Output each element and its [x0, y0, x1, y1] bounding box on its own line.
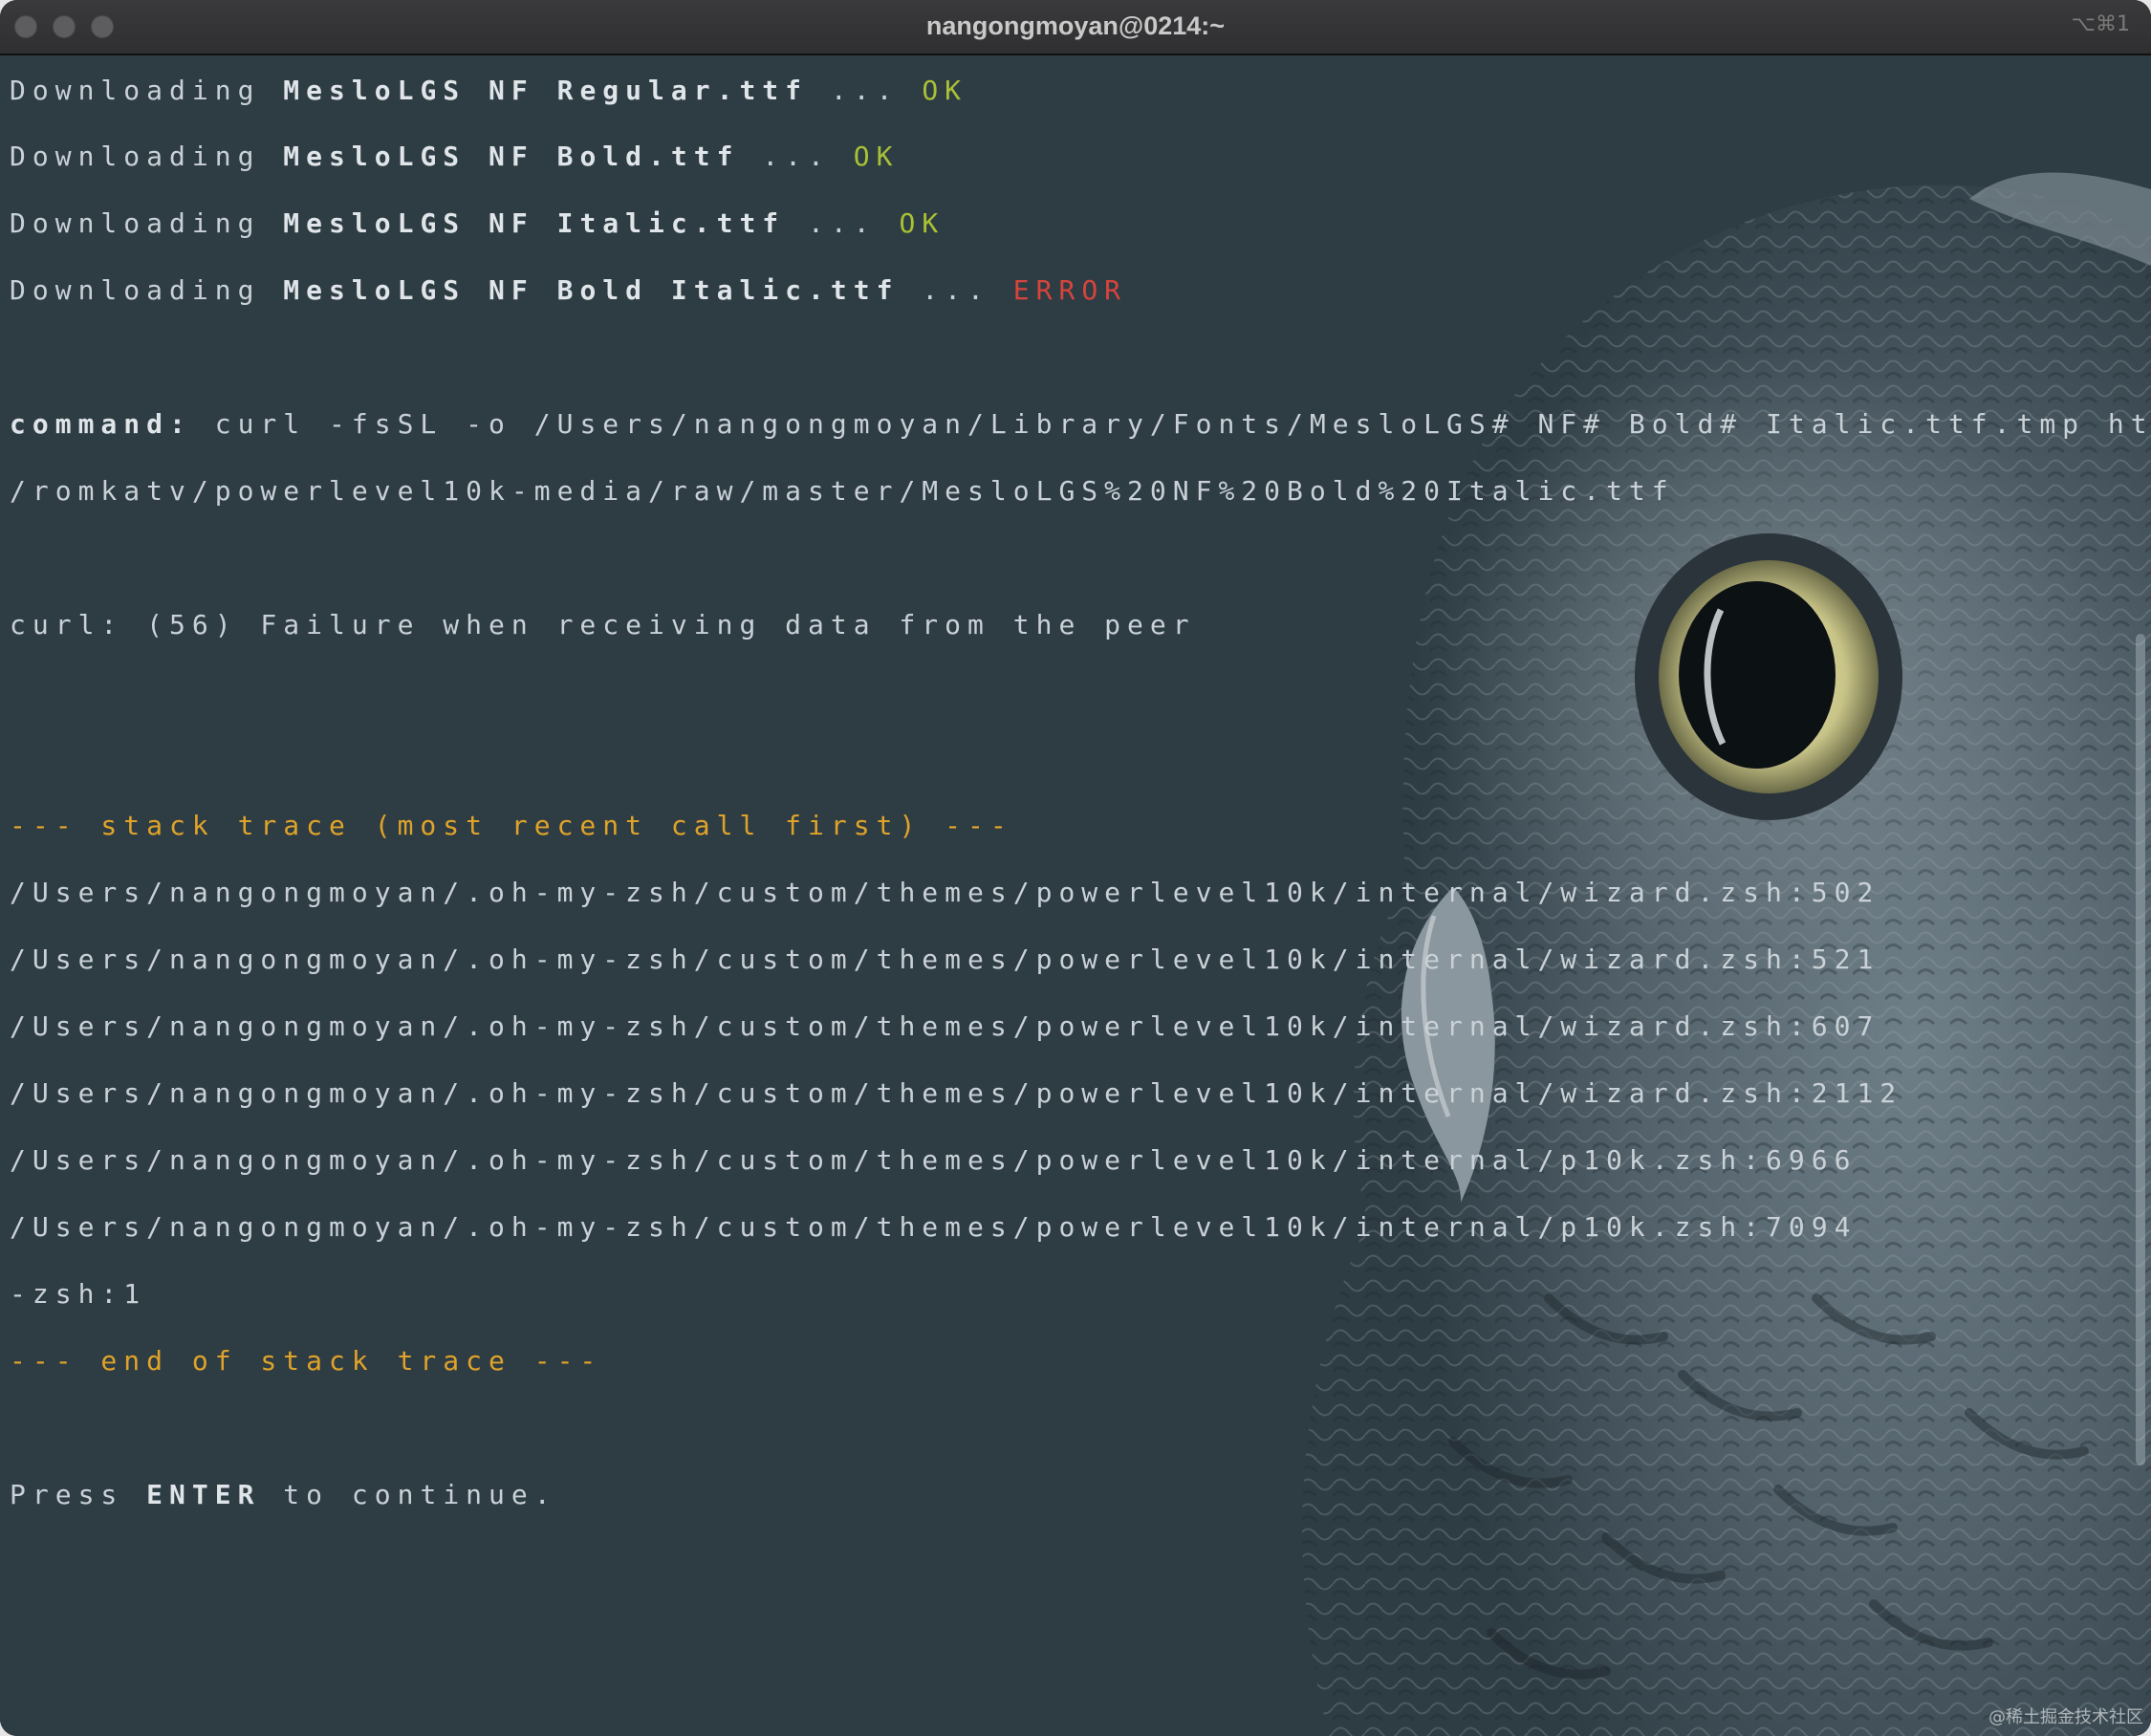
- download-line: Downloading MesloLGS NF Regular.ttf ... …: [10, 72, 967, 110]
- download-prefix: Downloading: [10, 274, 261, 306]
- download-status-ok: OK: [899, 207, 945, 239]
- download-file: MesloLGS NF Regular.ttf: [283, 75, 809, 106]
- continue-prompt: Press ENTER to continue.: [10, 1476, 557, 1514]
- prompt-text: to continue.: [260, 1479, 557, 1510]
- download-prefix: Downloading: [10, 75, 261, 106]
- stack-trace-line: /Users/nangongmoyan/.oh-my-zsh/custom/th…: [10, 1211, 1858, 1243]
- terminal-content[interactable]: Downloading MesloLGS NF Regular.ttf ... …: [0, 55, 2151, 1736]
- stack-trace-footer: --- end of stack trace ---: [10, 1345, 603, 1377]
- command-line: command: curl -fsSL -o /Users/nangongmoy…: [10, 405, 2151, 444]
- download-file: MesloLGS NF Bold Italic.ttf: [283, 274, 900, 306]
- command-line-continued: /romkatv/powerlevel10k-media/raw/master/…: [10, 475, 1675, 507]
- title-bar[interactable]: nangongmoyan@0214:~ ⌥⌘1: [0, 0, 2151, 55]
- enter-key-label: ENTER: [146, 1479, 261, 1510]
- download-prefix: Downloading: [10, 207, 261, 239]
- download-file: MesloLGS NF Bold.ttf: [283, 141, 740, 172]
- download-prefix: Downloading: [10, 141, 261, 172]
- scrollbar[interactable]: [2136, 634, 2145, 1465]
- stack-trace-header: --- stack trace (most recent call first)…: [10, 810, 1013, 841]
- stack-trace-line: /Users/nangongmoyan/.oh-my-zsh/custom/th…: [10, 877, 1880, 908]
- download-line: Downloading MesloLGS NF Bold Italic.ttf …: [10, 271, 1127, 310]
- watermark: @稀土掘金技术社区: [1988, 1707, 2143, 1727]
- command-label: command:: [10, 408, 192, 440]
- window-shortcut: ⌥⌘1: [2071, 12, 2130, 36]
- window-title: nangongmoyan@0214:~: [925, 11, 1226, 40]
- stack-trace-line: -zsh:1: [10, 1278, 147, 1310]
- download-status-error: ERROR: [1012, 274, 1128, 306]
- prompt-text: Press: [10, 1479, 147, 1510]
- download-status-ok: OK: [922, 75, 968, 106]
- stack-trace-line: /Users/nangongmoyan/.oh-my-zsh/custom/th…: [10, 1077, 1903, 1109]
- download-dots: ...: [830, 75, 900, 106]
- command-text: curl -fsSL -o /Users/nangongmoyan/Librar…: [214, 408, 2151, 440]
- stack-trace-line: /Users/nangongmoyan/.oh-my-zsh/custom/th…: [10, 1144, 1858, 1176]
- terminal-output: Downloading MesloLGS NF Regular.ttf ... …: [10, 55, 2151, 1510]
- stack-trace-line: /Users/nangongmoyan/.oh-my-zsh/custom/th…: [10, 944, 1880, 975]
- download-line: Downloading MesloLGS NF Italic.ttf ... O…: [10, 205, 945, 243]
- curl-error-line: curl: (56) Failure when receiving data f…: [10, 609, 1196, 640]
- download-dots: ...: [762, 141, 831, 172]
- download-dots: ...: [808, 207, 877, 239]
- download-status-ok: OK: [853, 141, 900, 172]
- stack-trace-line: /Users/nangongmoyan/.oh-my-zsh/custom/th…: [10, 1010, 1880, 1042]
- download-file: MesloLGS NF Italic.ttf: [283, 207, 786, 239]
- download-dots: ...: [922, 274, 990, 306]
- terminal-window: nangongmoyan@0214:~ ⌥⌘1 Downloading Mesl…: [0, 0, 2151, 1736]
- download-line: Downloading MesloLGS NF Bold.ttf ... OK: [10, 138, 899, 176]
